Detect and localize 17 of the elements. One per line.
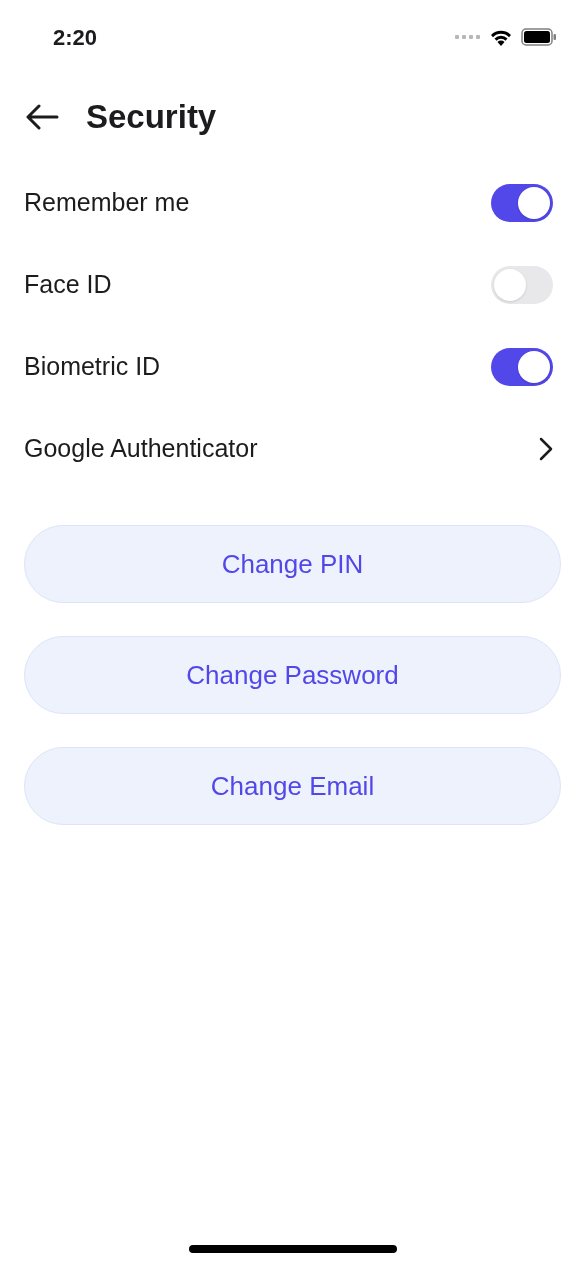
signal-icon — [455, 34, 481, 40]
action-button[interactable]: Change Email — [24, 747, 561, 825]
setting-label: Remember me — [24, 187, 190, 219]
status-time: 2:20 — [53, 23, 98, 52]
wifi-icon — [489, 28, 513, 46]
setting-label: Google Authenticator — [24, 433, 258, 465]
battery-icon — [521, 28, 557, 46]
action-button[interactable]: Change PIN — [24, 525, 561, 603]
setting-label: Face ID — [24, 269, 112, 301]
back-arrow-icon — [25, 104, 59, 130]
action-button[interactable]: Change Password — [24, 636, 561, 714]
page-title: Security — [86, 97, 217, 138]
toggle-switch[interactable] — [491, 266, 553, 304]
setting-label: Biometric ID — [24, 351, 161, 383]
toggle-switch[interactable] — [491, 348, 553, 386]
chevron-right-icon — [539, 437, 553, 461]
toggle-switch[interactable] — [491, 184, 553, 222]
